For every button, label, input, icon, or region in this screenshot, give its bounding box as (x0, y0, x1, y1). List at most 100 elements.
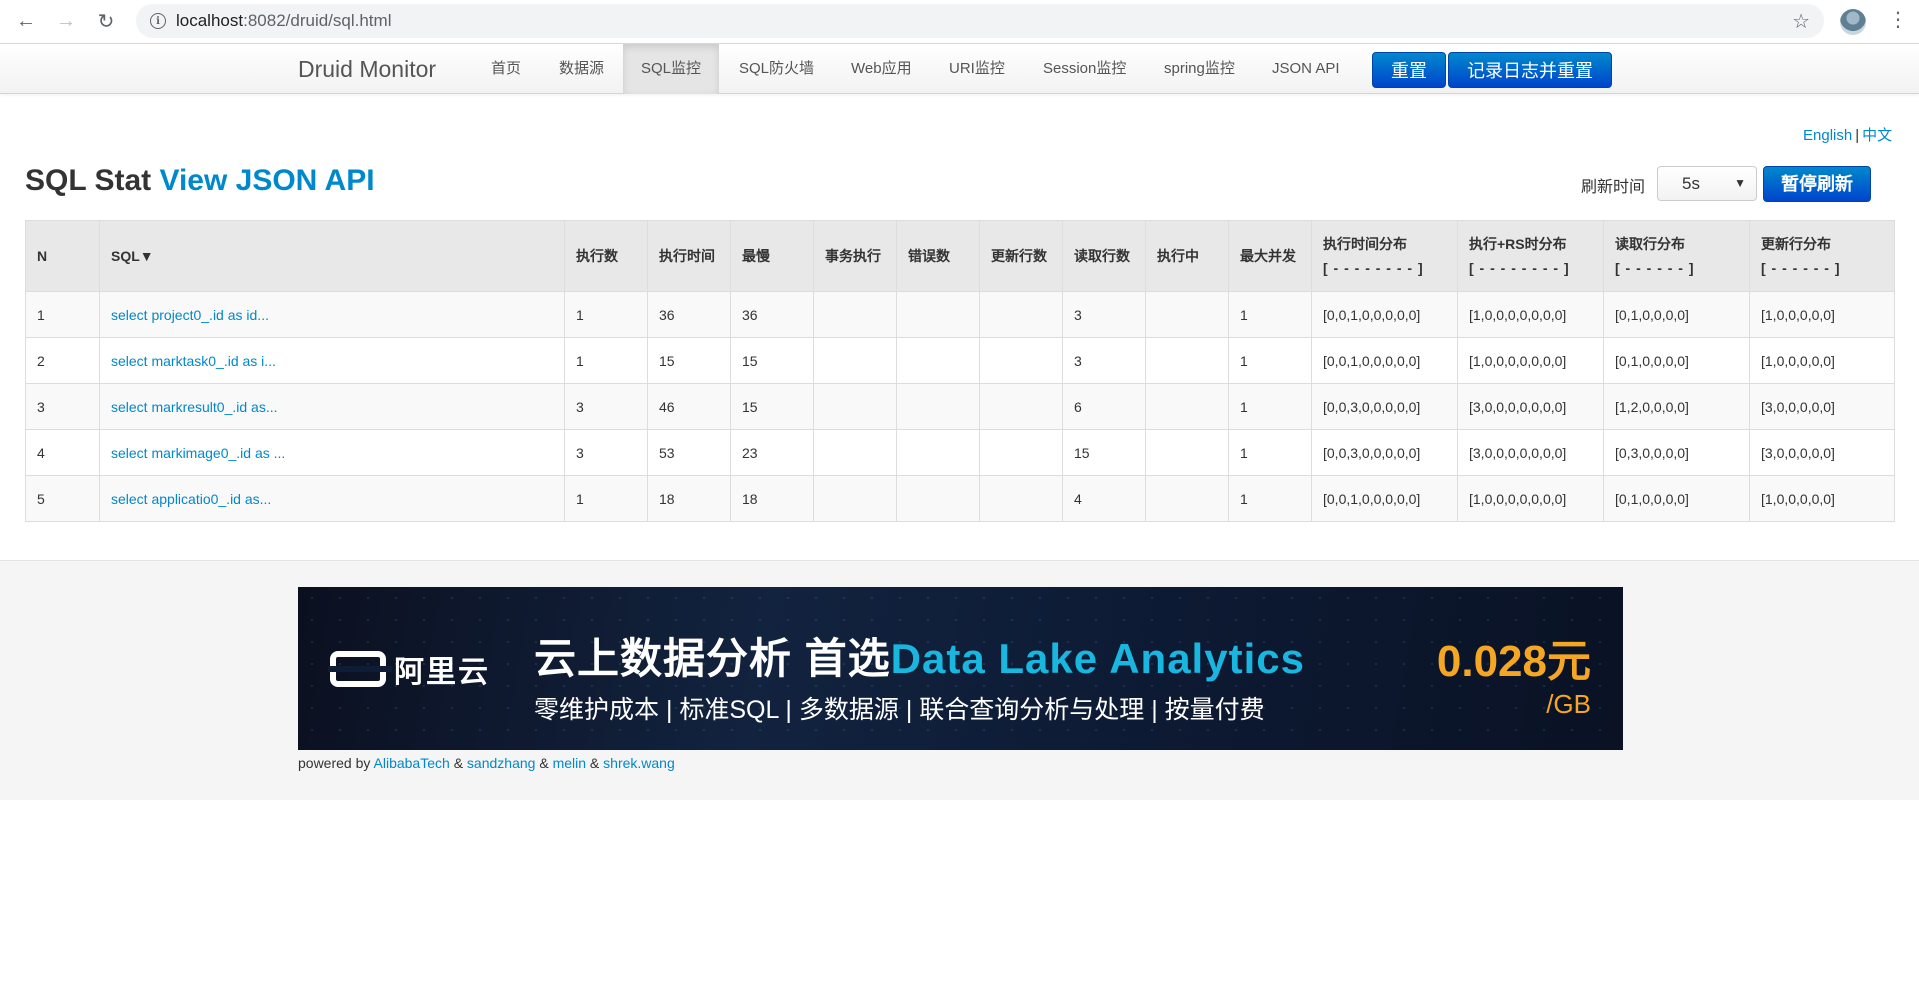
sql-link[interactable]: select project0_.id as id... (111, 307, 269, 323)
cell-max-concurrent: 1 (1228, 429, 1312, 476)
cell-sql: select marktask0_.id as i... (99, 337, 565, 384)
sql-link[interactable]: select applicatio0_.id as... (111, 491, 271, 507)
view-json-api-link[interactable]: View JSON API (159, 164, 374, 197)
nav-item-session-monitor[interactable]: Session监控 (1025, 44, 1144, 94)
address-bar[interactable]: i localhost:8082/druid/sql.html ☆ (136, 4, 1824, 38)
cell-exec-dist: [0,0,1,0,0,0,0,0] (1311, 337, 1458, 384)
refresh-interval-select[interactable]: 5s ▼ (1657, 166, 1757, 201)
page-title-text: SQL Stat (25, 164, 152, 197)
col-header-read-dist[interactable]: 读取行分布 [ - - - - - - ] (1603, 220, 1750, 292)
aliyun-logo-text: 阿里云 (394, 656, 490, 689)
col-header-exec-time[interactable]: 执行时间 (647, 220, 731, 292)
cell-slowest: 18 (730, 475, 814, 522)
banner-headline-highlight: Data Lake Analytics (890, 635, 1305, 682)
cell-read-dist: [0,1,0,0,0,0] (1603, 475, 1750, 522)
log-and-reset-button[interactable]: 记录日志并重置 (1448, 52, 1612, 88)
top-navbar: Druid Monitor 首页 数据源 SQL监控 SQL防火墙 Web应用 … (0, 44, 1919, 94)
url-text[interactable]: localhost:8082/druid/sql.html (176, 11, 391, 31)
bookmark-star-icon[interactable]: ☆ (1792, 9, 1810, 34)
reset-button[interactable]: 重置 (1372, 52, 1446, 88)
forward-arrow-icon[interactable]: → (52, 8, 80, 36)
pause-refresh-button[interactable]: 暂停刷新 (1763, 166, 1871, 202)
col-header-tx-exec[interactable]: 事务执行 (813, 220, 897, 292)
col-header-read-rows[interactable]: 读取行数 (1062, 220, 1146, 292)
cell-exec-time: 18 (647, 475, 731, 522)
author-link-sandzhang[interactable]: sandzhang (467, 755, 536, 771)
col-header-running[interactable]: 执行中 (1145, 220, 1229, 292)
author-link-melin[interactable]: melin (553, 755, 586, 771)
cell-update-dist: [3,0,0,0,0,0] (1749, 429, 1895, 476)
cell-update-rows (979, 337, 1063, 384)
cell-running (1145, 383, 1229, 430)
refresh-interval-value: 5s (1682, 174, 1700, 193)
cell-read-rows: 3 (1062, 337, 1146, 384)
nav-item-spring-monitor[interactable]: spring监控 (1146, 44, 1253, 94)
col-header-update-dist[interactable]: 更新行分布 [ - - - - - - ] (1749, 220, 1895, 292)
cell-exec-dist: [0,0,3,0,0,0,0,0] (1311, 383, 1458, 430)
cell-exec-count: 3 (564, 383, 648, 430)
sql-link[interactable]: select markimage0_.id as ... (111, 445, 285, 461)
cell-n: 4 (25, 429, 100, 476)
cell-exec-time: 46 (647, 383, 731, 430)
cell-rs-dist: [3,0,0,0,0,0,0,0] (1457, 383, 1604, 430)
cell-tx-exec (813, 291, 897, 338)
cell-read-rows: 15 (1062, 429, 1146, 476)
back-arrow-icon[interactable]: ← (12, 8, 40, 36)
nav-item-datasource[interactable]: 数据源 (541, 44, 622, 94)
nav-item-sql-monitor[interactable]: SQL监控 (623, 44, 720, 94)
col-header-max-concurrent[interactable]: 最大并发 (1228, 220, 1312, 292)
cell-tx-exec (813, 337, 897, 384)
col-header-slowest[interactable]: 最慢 (730, 220, 814, 292)
author-link-alibabatech[interactable]: AlibabaTech (374, 755, 450, 771)
cell-read-rows: 4 (1062, 475, 1146, 522)
col-header-exec-dist[interactable]: 执行时间分布 [ - - - - - - - - ] (1311, 220, 1458, 292)
cell-n: 3 (25, 383, 100, 430)
reload-icon[interactable]: ↻ (92, 8, 120, 36)
col-header-n[interactable]: N (25, 220, 100, 292)
col-header-update-rows[interactable]: 更新行数 (979, 220, 1063, 292)
cell-errors (896, 291, 980, 338)
cell-rs-dist: [3,0,0,0,0,0,0,0] (1457, 429, 1604, 476)
cell-n: 1 (25, 291, 100, 338)
cell-slowest: 36 (730, 291, 814, 338)
cell-max-concurrent: 1 (1228, 475, 1312, 522)
nav-item-uri-monitor[interactable]: URI监控 (931, 44, 1023, 94)
author-link-shrek-wang[interactable]: shrek.wang (603, 755, 675, 771)
col-header-exec-count[interactable]: 执行数 (564, 220, 648, 292)
brand-title[interactable]: Druid Monitor (298, 56, 436, 83)
cell-read-dist: [0,1,0,0,0,0] (1603, 337, 1750, 384)
powered-by-line: powered by AlibabaTech & sandzhang & mel… (298, 755, 675, 771)
cell-rs-dist: [1,0,0,0,0,0,0,0] (1457, 475, 1604, 522)
update-dist-label: 更新行分布 (1761, 236, 1831, 252)
browser-menu-icon[interactable]: ⋮ (1888, 10, 1908, 30)
banner-subline: 零维护成本 | 标准SQL | 多数据源 | 联合查询分析与处理 | 按量付费 (534, 696, 1265, 724)
cell-update-rows (979, 475, 1063, 522)
col-header-errors[interactable]: 错误数 (896, 220, 980, 292)
aliyun-logo: 阿里云 (328, 647, 490, 691)
profile-avatar-icon[interactable] (1840, 9, 1866, 35)
site-info-icon[interactable]: i (150, 13, 166, 29)
url-host: localhost (176, 11, 244, 30)
cell-exec-count: 3 (564, 429, 648, 476)
table-row: 1 select project0_.id as id... 1 36 36 3… (25, 291, 1895, 338)
lang-chinese-link[interactable]: 中文 (1862, 127, 1892, 144)
nav-item-home[interactable]: 首页 (473, 44, 539, 94)
table-header-row: N SQL▼ 执行数 执行时间 最慢 事务执行 错误数 更新行数 读取行数 执行… (25, 220, 1895, 292)
cell-max-concurrent: 1 (1228, 291, 1312, 338)
sql-stat-table: N SQL▼ 执行数 执行时间 最慢 事务执行 错误数 更新行数 读取行数 执行… (25, 220, 1895, 522)
amp-separator: & (453, 755, 464, 771)
ad-banner[interactable]: 阿里云 云上数据分析 首选Data Lake Analytics 零维护成本 |… (298, 587, 1623, 750)
cell-exec-time: 53 (647, 429, 731, 476)
nav-item-json-api[interactable]: JSON API (1254, 44, 1358, 94)
banner-price-unit: /GB (1546, 689, 1591, 719)
table-row: 2 select marktask0_.id as i... 1 15 15 3… (25, 337, 1895, 384)
sql-link[interactable]: select markresult0_.id as... (111, 399, 278, 415)
cell-exec-count: 1 (564, 475, 648, 522)
nav-item-web-app[interactable]: Web应用 (833, 44, 930, 94)
lang-english-link[interactable]: English (1803, 127, 1852, 144)
cell-update-dist: [1,0,0,0,0,0] (1749, 291, 1895, 338)
col-header-sql[interactable]: SQL▼ (99, 220, 565, 292)
sql-link[interactable]: select marktask0_.id as i... (111, 353, 276, 369)
nav-item-sql-firewall[interactable]: SQL防火墙 (721, 44, 832, 94)
col-header-rs-dist[interactable]: 执行+RS时分布 [ - - - - - - - - ] (1457, 220, 1604, 292)
